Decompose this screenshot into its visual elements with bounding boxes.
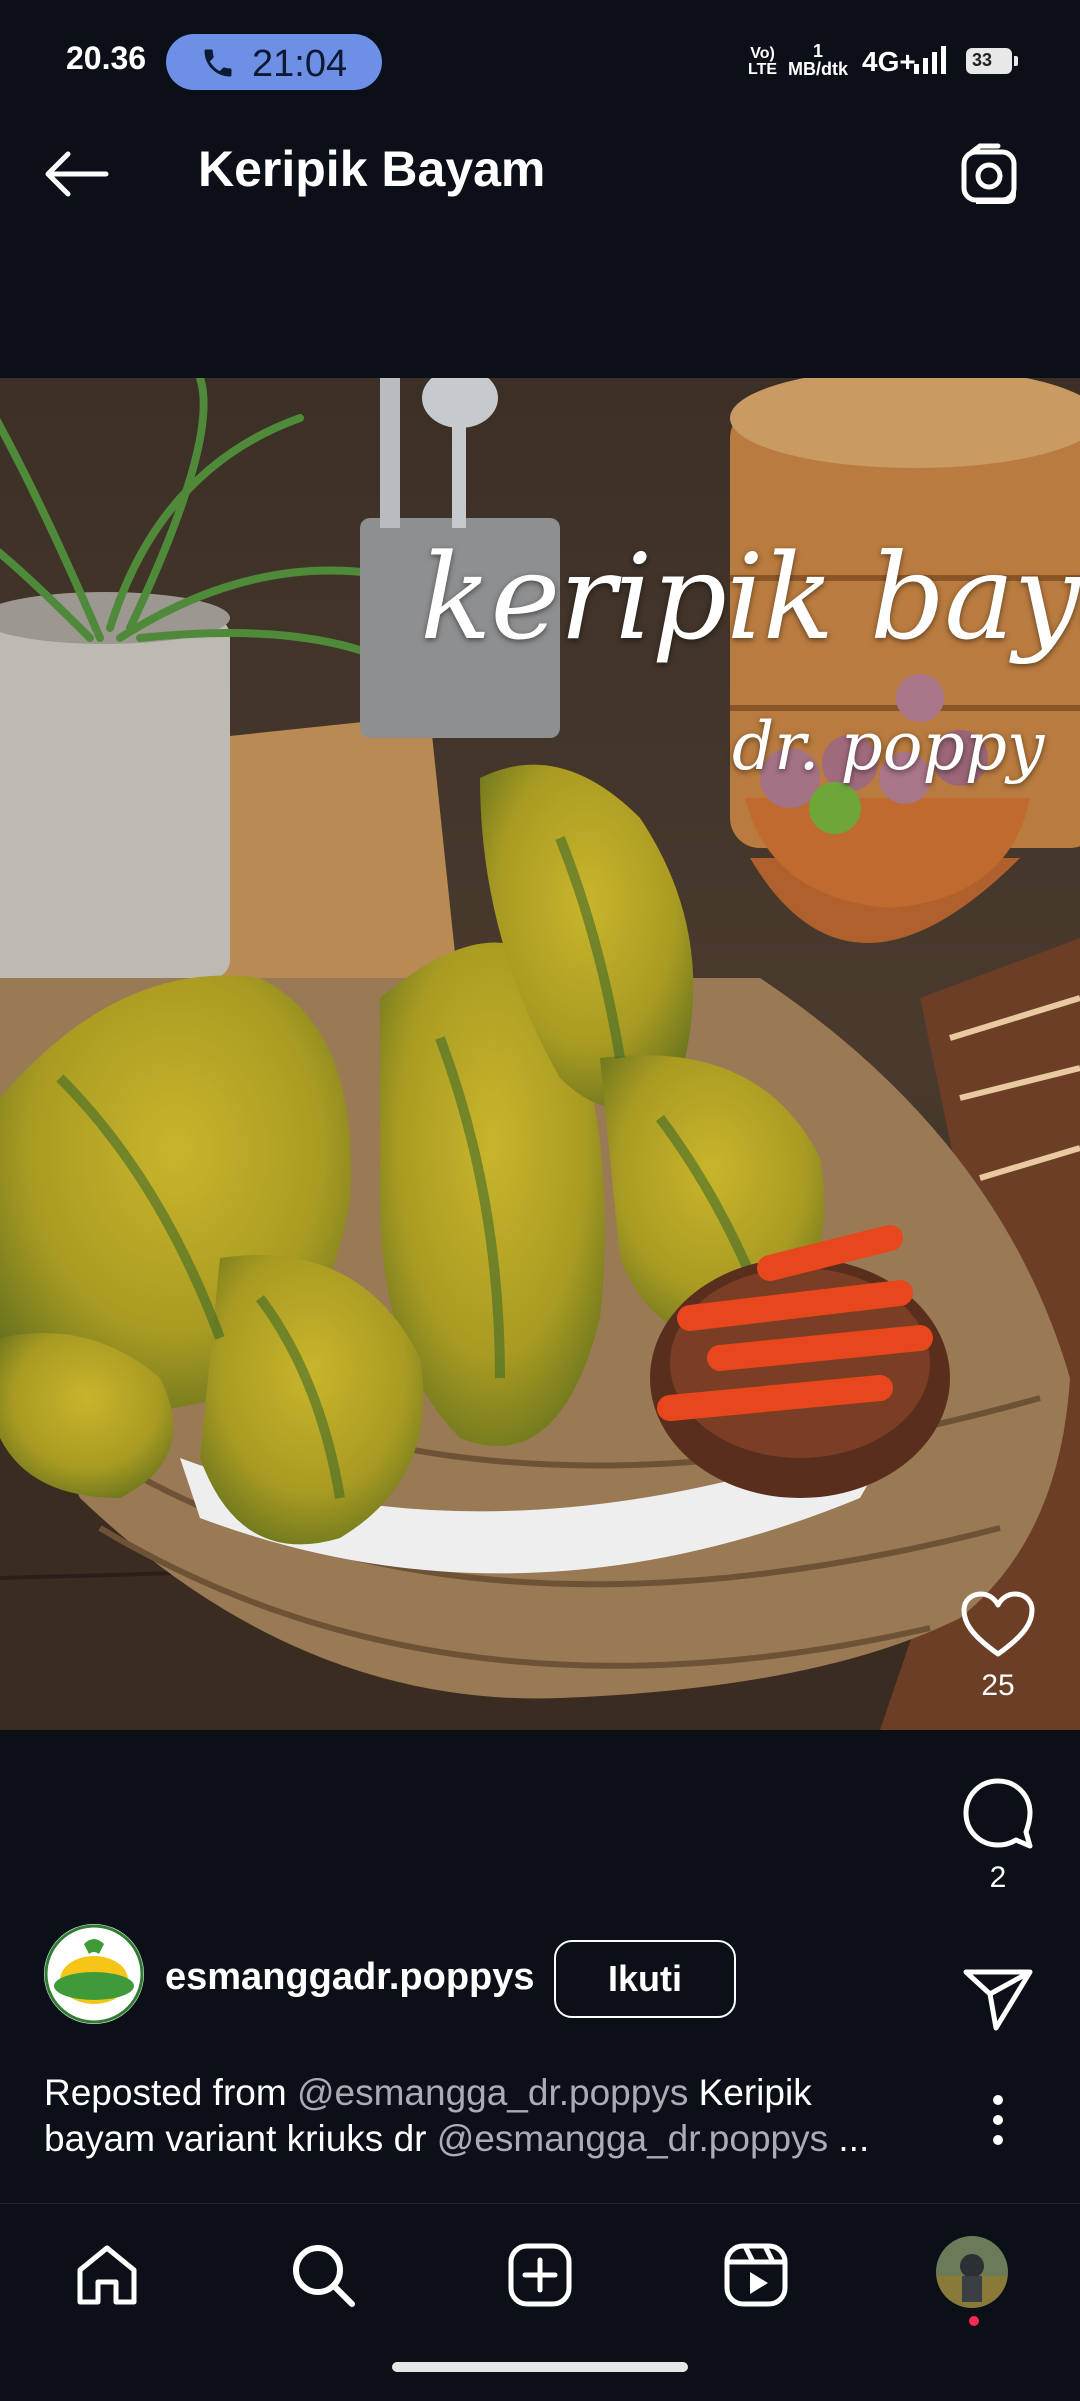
top-app-bar: Keripik Bayam bbox=[0, 96, 1080, 246]
phone-icon bbox=[204, 49, 232, 77]
heart-icon[interactable] bbox=[960, 1590, 1036, 1658]
ongoing-call-pill[interactable]: 21:04 bbox=[166, 34, 382, 90]
status-time: 20.36 bbox=[66, 40, 147, 76]
back-arrow-icon[interactable] bbox=[40, 148, 112, 200]
signal-icon bbox=[914, 46, 946, 74]
more-vertical-icon[interactable] bbox=[988, 2092, 1008, 2148]
post-image[interactable]: keripik bayam dr. poppy bbox=[0, 378, 1080, 1730]
network-speed: 1 MB/dtk bbox=[788, 41, 848, 79]
network-type: 4G+ bbox=[862, 46, 916, 77]
create-icon[interactable] bbox=[505, 2240, 575, 2310]
search-icon[interactable] bbox=[288, 2240, 358, 2310]
page-title: Keripik Bayam bbox=[198, 141, 546, 197]
author-avatar[interactable] bbox=[44, 1924, 144, 2024]
comment-action: 2 bbox=[950, 1774, 1046, 1895]
send-icon[interactable] bbox=[960, 1966, 1036, 2032]
mention-link[interactable]: @esmangga_dr.poppys bbox=[297, 2072, 688, 2113]
author-username[interactable]: esmanggadr.poppys bbox=[165, 1956, 535, 1999]
comment-count: 2 bbox=[989, 1861, 1007, 1894]
notification-dot bbox=[969, 2316, 979, 2326]
profile-avatar[interactable] bbox=[936, 2236, 1008, 2308]
caption-more[interactable]: ... bbox=[828, 2118, 869, 2159]
like-count: 25 bbox=[981, 1669, 1015, 1702]
image-overlay-title: keripik bayam bbox=[420, 528, 1080, 666]
profile-photo bbox=[936, 2236, 1008, 2308]
home-indicator[interactable] bbox=[392, 2362, 688, 2372]
mention-link[interactable]: @esmangga_dr.poppys bbox=[437, 2118, 828, 2159]
like-action: 25 bbox=[950, 1590, 1046, 1703]
status-bar: 20.36 21:04 Vo) LTE 1 MB/dtk 4G+ 33 bbox=[0, 0, 1080, 96]
more-action bbox=[950, 2092, 1046, 2153]
battery-icon: 33 bbox=[966, 48, 1018, 74]
comment-icon[interactable] bbox=[960, 1774, 1036, 1850]
call-timer: 21:04 bbox=[252, 43, 348, 85]
image-overlay-subtitle: dr. poppy bbox=[732, 708, 1045, 785]
home-icon[interactable] bbox=[72, 2240, 142, 2310]
volte-indicator: Vo) LTE bbox=[748, 45, 778, 78]
brand-logo bbox=[44, 1924, 144, 2024]
reels-icon[interactable] bbox=[721, 2240, 791, 2310]
camera-icon[interactable] bbox=[958, 142, 1024, 208]
post-caption[interactable]: Reposted from @esmangga_dr.poppys Keripi… bbox=[44, 2070, 924, 2162]
share-action bbox=[950, 1966, 1046, 2037]
follow-button[interactable]: Ikuti bbox=[554, 1940, 736, 2018]
